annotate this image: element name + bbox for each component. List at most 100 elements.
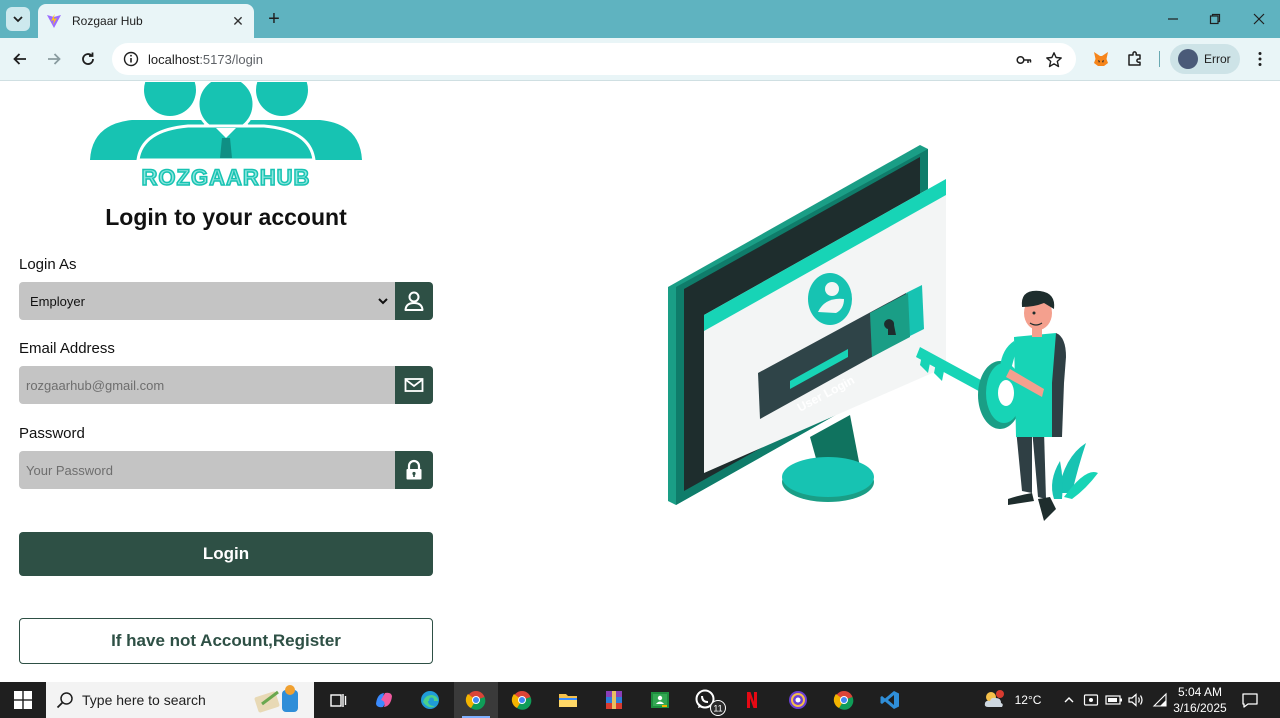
envelope-icon bbox=[404, 378, 424, 392]
email-label: Email Address bbox=[19, 340, 115, 357]
reload-icon bbox=[82, 52, 94, 65]
close-window-button[interactable] bbox=[1248, 8, 1270, 30]
minimize-button[interactable] bbox=[1162, 8, 1184, 30]
whatsapp-app[interactable]: 11 bbox=[684, 682, 728, 718]
site-info-icon[interactable] bbox=[122, 50, 140, 68]
edge-app[interactable] bbox=[408, 682, 452, 718]
rozgaarhub-logo: ROZGAARHUB bbox=[90, 82, 362, 188]
address-bar[interactable]: localhost:5173/login bbox=[112, 43, 1076, 75]
arrow-left-icon bbox=[13, 53, 26, 65]
classroom-app[interactable] bbox=[638, 682, 682, 718]
address-url: localhost:5173/login bbox=[148, 52, 263, 67]
show-hidden-icons-button[interactable] bbox=[1060, 682, 1078, 718]
browser-toolbar: localhost:5173/login Error bbox=[0, 38, 1280, 81]
reload-button[interactable] bbox=[76, 47, 100, 71]
copilot-app[interactable] bbox=[362, 682, 406, 718]
login-button[interactable]: Login bbox=[19, 532, 433, 576]
password-label: Password bbox=[19, 425, 85, 442]
vite-favicon-icon bbox=[47, 14, 61, 28]
password-field bbox=[19, 451, 433, 489]
tab-close-icon[interactable]: ✕ bbox=[230, 13, 246, 29]
login-as-label: Login As bbox=[19, 256, 77, 273]
bookmark-star-icon[interactable] bbox=[1044, 50, 1064, 70]
chrome-app-3[interactable] bbox=[822, 682, 866, 718]
logo-text: ROZGAARHUB bbox=[142, 165, 311, 188]
taskbar-search-box[interactable]: Type here to search bbox=[46, 682, 314, 718]
lock-icon bbox=[406, 459, 422, 480]
close-icon bbox=[1253, 13, 1265, 25]
tab-title: Rozgaar Hub bbox=[72, 14, 143, 28]
volume-icon[interactable] bbox=[1126, 682, 1146, 718]
classroom-icon bbox=[651, 692, 669, 708]
chrome-app-active[interactable] bbox=[454, 682, 498, 718]
podcasts-app[interactable] bbox=[776, 682, 820, 718]
weather-widget[interactable] bbox=[980, 682, 1008, 718]
tab-search-button[interactable] bbox=[6, 7, 30, 31]
email-addon bbox=[395, 366, 433, 404]
restore-icon bbox=[1209, 13, 1221, 25]
avatar bbox=[1178, 49, 1198, 69]
user-icon bbox=[404, 291, 424, 311]
whatsapp-badge-count: 11 bbox=[713, 704, 722, 714]
restore-button[interactable] bbox=[1204, 8, 1226, 30]
copilot-icon bbox=[376, 692, 392, 708]
email-input[interactable] bbox=[19, 366, 395, 404]
notification-center-button[interactable] bbox=[1238, 682, 1262, 718]
file-explorer-app[interactable] bbox=[546, 682, 590, 718]
search-highlight-icon bbox=[254, 685, 298, 713]
register-button[interactable]: If have not Account,Register bbox=[19, 618, 433, 664]
folder-icon bbox=[559, 694, 577, 707]
url-path: :5173/login bbox=[199, 51, 263, 67]
browser-tab-active[interactable]: Rozgaar Hub ✕ bbox=[38, 4, 254, 38]
weather-temperature[interactable]: 12°C bbox=[1008, 682, 1048, 718]
url-host: localhost bbox=[148, 51, 200, 67]
toolbar-separator bbox=[1159, 51, 1160, 67]
taskbar-search-placeholder: Type here to search bbox=[82, 692, 206, 708]
clock-date: 3/16/2025 bbox=[1173, 701, 1227, 715]
weather-cloud-icon bbox=[984, 690, 1004, 707]
task-view-button[interactable] bbox=[316, 682, 360, 718]
email-field bbox=[19, 366, 433, 404]
new-tab-button[interactable]: + bbox=[264, 8, 284, 30]
task-view-icon bbox=[330, 694, 347, 707]
user-login-illustration: User Login bbox=[668, 145, 1098, 521]
profile-button[interactable]: Error bbox=[1170, 44, 1240, 74]
chrome-icon bbox=[833, 691, 854, 710]
podcast-icon bbox=[789, 691, 807, 709]
winrar-app[interactable] bbox=[592, 682, 636, 718]
netflix-icon bbox=[747, 692, 757, 708]
vscode-app[interactable] bbox=[868, 682, 912, 718]
password-input[interactable] bbox=[19, 451, 395, 489]
clock-time: 5:04 AM bbox=[1177, 685, 1223, 699]
search-icon bbox=[56, 692, 73, 709]
password-addon bbox=[395, 451, 433, 489]
taskbar-clock[interactable]: 5:04 AM 3/16/2025 bbox=[1168, 684, 1232, 716]
extensions-puzzle-icon[interactable] bbox=[1124, 48, 1146, 70]
back-button[interactable] bbox=[8, 47, 32, 71]
profile-label: Error bbox=[1204, 52, 1231, 66]
windows-taskbar: Type here to search 11 12°C 5:04 AM 3/16… bbox=[0, 682, 1280, 718]
metamask-extension-icon[interactable] bbox=[1090, 48, 1112, 70]
chevron-up-icon bbox=[1064, 697, 1074, 703]
minimize-icon bbox=[1168, 18, 1178, 20]
chevron-down-icon bbox=[13, 16, 23, 23]
notification-badge: 11 bbox=[710, 700, 726, 716]
password-key-icon[interactable] bbox=[1014, 50, 1034, 70]
login-as-select[interactable]: Employer bbox=[19, 282, 395, 320]
wifi-icon[interactable] bbox=[1150, 682, 1170, 718]
start-button[interactable] bbox=[0, 682, 46, 718]
vscode-icon bbox=[880, 691, 899, 709]
browser-tabstrip: Rozgaar Hub ✕ + bbox=[0, 0, 1280, 38]
forward-button[interactable] bbox=[42, 47, 66, 71]
chrome-icon bbox=[465, 691, 486, 710]
windows-logo-icon bbox=[14, 691, 32, 709]
chrome-app-2[interactable] bbox=[500, 682, 544, 718]
chrome-icon bbox=[511, 691, 532, 710]
netflix-app[interactable] bbox=[730, 682, 774, 718]
arrow-right-icon bbox=[48, 53, 61, 65]
login-as-field: Employer bbox=[19, 282, 433, 320]
edge-icon bbox=[421, 691, 439, 709]
meet-now-icon[interactable] bbox=[1082, 682, 1100, 718]
browser-menu-button[interactable] bbox=[1249, 48, 1271, 70]
battery-icon[interactable] bbox=[1104, 682, 1124, 718]
